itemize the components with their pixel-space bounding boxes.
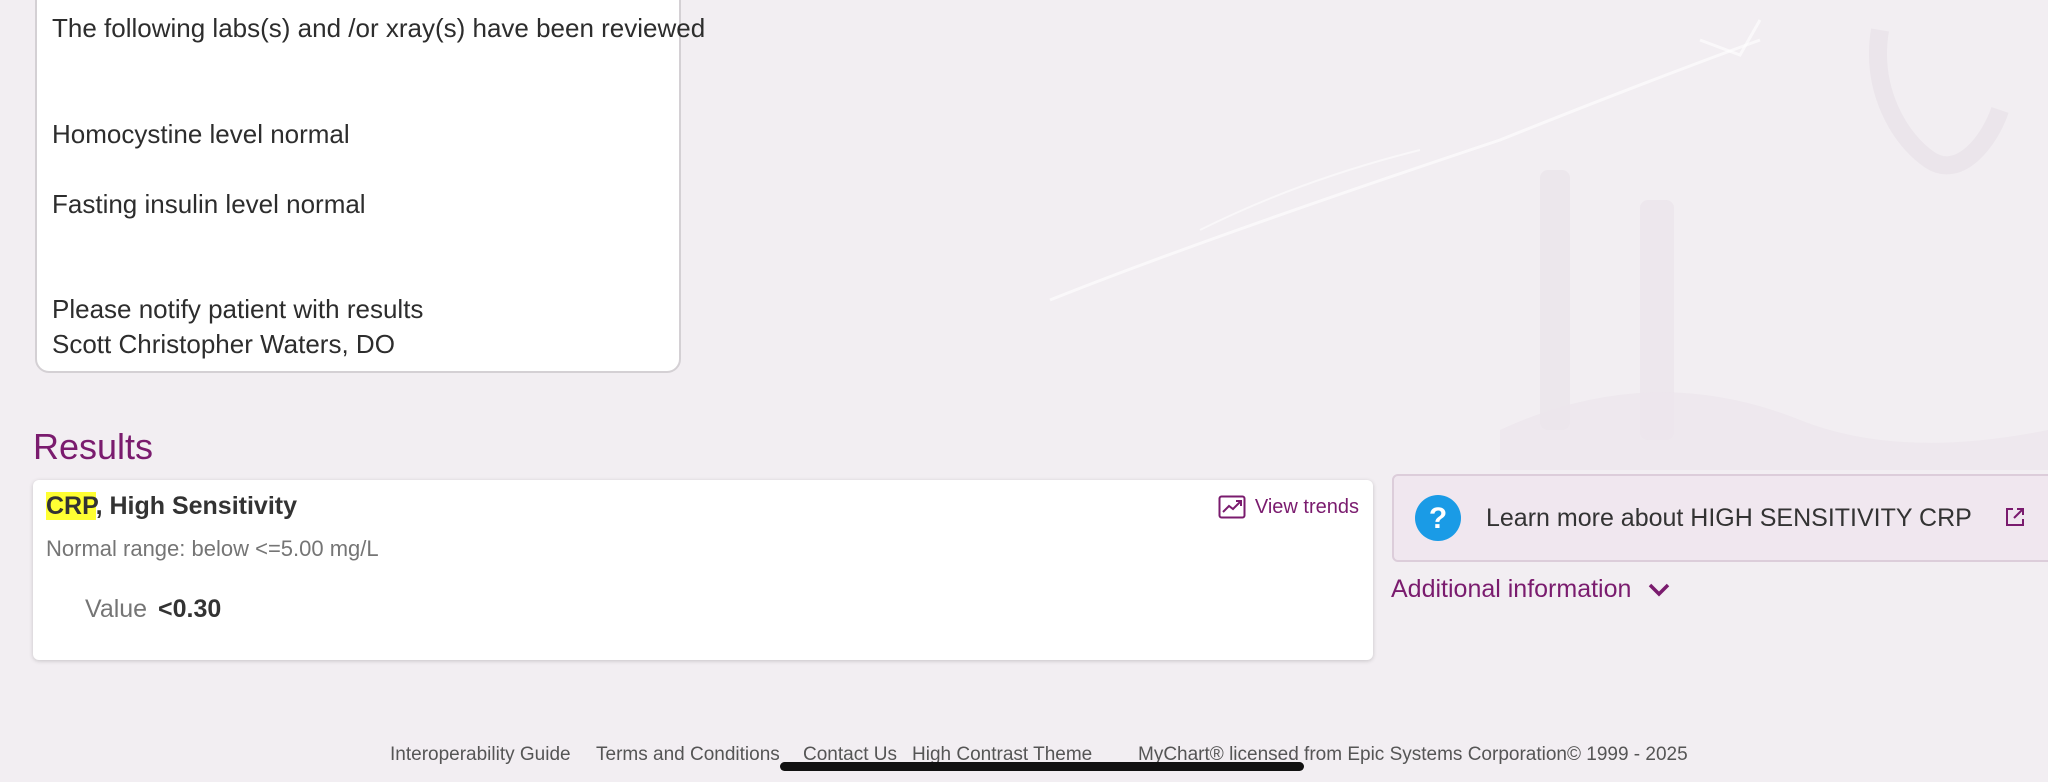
- learn-more-link[interactable]: ? Learn more about HIGH SENSITIVITY CRP: [1392, 474, 2048, 562]
- value-label: Value: [85, 595, 148, 623]
- results-heading: Results: [33, 426, 154, 467]
- learn-more-label: Learn more about HIGH SENSITIVITY CRP: [1486, 504, 1972, 532]
- comment-line-notify: Please notify patient with results: [52, 294, 424, 324]
- comment-line-insulin: Fasting insulin level normal: [52, 189, 366, 219]
- external-link-icon: [2006, 508, 2024, 526]
- result-title-rest: , High Sensitivity: [95, 492, 297, 520]
- result-card: CRP, High Sensitivity View trends Normal…: [33, 480, 1373, 660]
- comment-line-reviewed: The following labs(s) and /or xray(s) ha…: [52, 13, 706, 43]
- footer-link-interoperability[interactable]: Interoperability Guide: [390, 744, 571, 766]
- home-indicator-bar: [780, 762, 1304, 771]
- view-trends-link[interactable]: View trends: [1218, 495, 1359, 519]
- footer-link-terms[interactable]: Terms and Conditions: [596, 744, 780, 766]
- view-trends-label: View trends: [1254, 495, 1359, 518]
- comment-line-signature: Scott Christopher Waters, DO: [52, 329, 395, 359]
- trend-chart-icon: [1218, 495, 1246, 519]
- svg-text:?: ?: [1429, 502, 1447, 535]
- additional-info-toggle[interactable]: Additional information: [1391, 575, 1671, 604]
- result-value: <0.30: [158, 595, 222, 623]
- chevron-down-icon: [1649, 583, 1670, 596]
- normal-range: Normal range: below <=5.00 mg/L: [46, 536, 379, 561]
- result-title: CRP, High Sensitivity: [46, 492, 297, 521]
- comment-line-homocystine: Homocystine level normal: [52, 119, 350, 149]
- result-comment-card: The following labs(s) and /or xray(s) ha…: [35, 0, 705, 373]
- additional-info-label: Additional information: [1391, 575, 1632, 603]
- question-icon: ?: [1415, 495, 1461, 541]
- result-title-highlight: CRP: [46, 492, 96, 520]
